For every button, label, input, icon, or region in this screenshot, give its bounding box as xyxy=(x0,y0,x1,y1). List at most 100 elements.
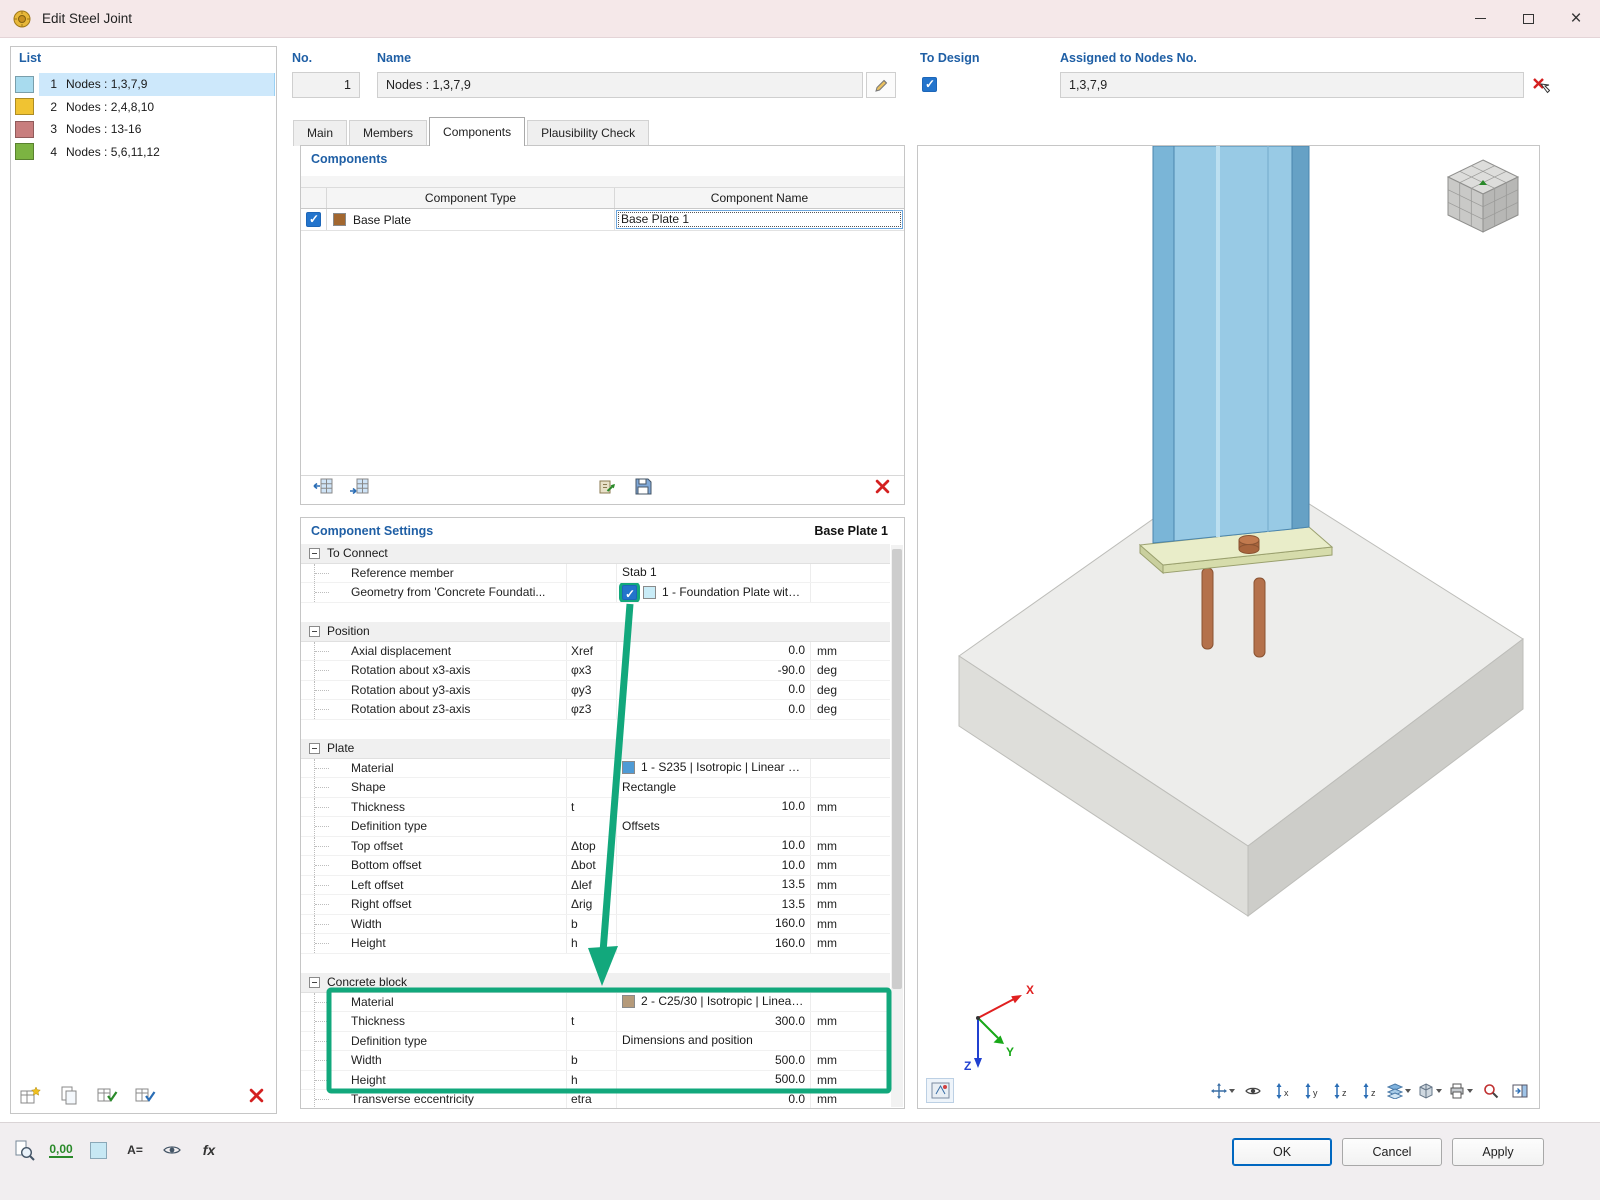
setting-row-thickness[interactable]: Thickness t 300.0 mm xyxy=(301,1012,890,1032)
setting-row-definition-type[interactable]: Definition type Dimensions and position xyxy=(301,1031,890,1051)
tab-members[interactable]: Members xyxy=(349,120,428,146)
setting-value[interactable]: 13.5 xyxy=(617,875,811,894)
settings-group-to-connect[interactable]: To Connect xyxy=(301,544,890,564)
titlebar[interactable]: Edit Steel Joint xyxy=(0,0,1600,38)
setting-row-top-offset[interactable]: Top offset Δtop 10.0 mm xyxy=(301,836,890,856)
3d-viewport[interactable]: X Y Z x y z z xyxy=(917,145,1540,1109)
settings-group-plate[interactable]: Plate xyxy=(301,739,890,759)
component-checkbox[interactable] xyxy=(306,212,321,227)
copy-joint-button[interactable] xyxy=(55,1083,83,1107)
setting-row-bottom-offset[interactable]: Bottom offset Δbot 10.0 mm xyxy=(301,856,890,876)
setting-value[interactable]: 0.0 xyxy=(617,641,811,660)
setting-value[interactable]: Offsets xyxy=(617,817,811,836)
delete-component-button[interactable] xyxy=(868,474,896,498)
tab-components[interactable]: Components xyxy=(429,117,526,146)
setting-row-geometry-from-concrete-foundati[interactable]: Geometry from 'Concrete Foundati... 1 - F… xyxy=(301,583,890,603)
search-settings-button[interactable] xyxy=(10,1135,38,1165)
setting-row-width[interactable]: Width b 500.0 mm xyxy=(301,1051,890,1071)
column-header-component-name[interactable]: Component Name xyxy=(615,188,904,208)
zoom-button[interactable] xyxy=(1478,1078,1504,1103)
close-button[interactable] xyxy=(1552,0,1600,38)
setting-value[interactable]: -90.0 xyxy=(617,661,811,680)
rotate-z-button[interactable]: z xyxy=(1356,1078,1382,1103)
collapse-minus-icon[interactable] xyxy=(309,625,320,637)
setting-row-left-offset[interactable]: Left offset Δlef 13.5 mm xyxy=(301,875,890,895)
visual-objects-button[interactable] xyxy=(1385,1078,1413,1103)
move-z-button[interactable]: z xyxy=(1327,1078,1353,1103)
setting-row-thickness[interactable]: Thickness t 10.0 mm xyxy=(301,797,890,817)
settings-group-position[interactable]: Position xyxy=(301,622,890,642)
setting-row-height[interactable]: Height h 500.0 mm xyxy=(301,1070,890,1090)
setting-value[interactable]: Dimensions and position xyxy=(617,1031,811,1050)
display-mode-button[interactable] xyxy=(1416,1078,1444,1103)
setting-row-reference-member[interactable]: Reference member Stab 1 xyxy=(301,563,890,583)
setting-row-definition-type[interactable]: Definition type Offsets xyxy=(301,817,890,837)
insert-component-row-button[interactable] xyxy=(309,474,337,498)
collapse-minus-icon[interactable] xyxy=(309,976,320,988)
component-name-cell[interactable]: Base Plate 1 xyxy=(615,209,904,230)
remove-component-row-button[interactable] xyxy=(345,474,373,498)
side-panel-button[interactable] xyxy=(1507,1078,1533,1103)
move-y-button[interactable]: y xyxy=(1298,1078,1324,1103)
setting-value[interactable]: 160.0 xyxy=(617,934,811,953)
setting-row-rotation-about-y3-axis[interactable]: Rotation about y3-axis φy3 0.0 deg xyxy=(301,680,890,700)
setting-row-axial-displacement[interactable]: Axial displacement Xref 0.0 mm xyxy=(301,641,890,661)
collapse-minus-icon[interactable] xyxy=(309,742,320,754)
setting-row-width[interactable]: Width b 160.0 mm xyxy=(301,914,890,934)
column-header-component-type[interactable]: Component Type xyxy=(327,188,615,208)
to-design-checkbox[interactable] xyxy=(922,77,937,92)
name-field[interactable]: Nodes : 1,3,7,9 xyxy=(377,72,863,98)
delete-joint-button[interactable] xyxy=(242,1083,270,1107)
move-x-button[interactable]: x xyxy=(1269,1078,1295,1103)
edit-name-button[interactable] xyxy=(866,72,896,98)
setting-row-rotation-about-x3-axis[interactable]: Rotation about x3-axis φx3 -90.0 deg xyxy=(301,661,890,681)
check-all-joints-button[interactable] xyxy=(93,1083,121,1107)
component-row[interactable]: Base Plate Base Plate 1 xyxy=(301,209,904,231)
ok-button[interactable]: OK xyxy=(1232,1138,1332,1166)
tab-main[interactable]: Main xyxy=(293,120,348,146)
list-item[interactable]: 1 Nodes : 1,3,7,9 xyxy=(11,73,275,96)
setting-checkbox[interactable] xyxy=(622,584,637,602)
setting-row-material[interactable]: Material 2 - C25/30 | Isotropic | Linear … xyxy=(301,992,890,1012)
setting-value[interactable]: Stab 1 xyxy=(617,563,811,582)
check-selected-joint-button[interactable] xyxy=(131,1083,159,1107)
save-component-button[interactable] xyxy=(629,474,657,498)
setting-value[interactable]: 0.0 xyxy=(617,700,811,719)
setting-value[interactable]: 13.5 xyxy=(617,895,811,914)
setting-value[interactable]: 1 - Foundation Plate without Reinf... xyxy=(617,583,811,602)
decimal-places-button[interactable]: 0,00 xyxy=(47,1135,75,1165)
setting-row-material[interactable]: Material 1 - S235 | Isotropic | Linear El… xyxy=(301,758,890,778)
tab-plausibility-check[interactable]: Plausibility Check xyxy=(527,120,650,146)
minimize-button[interactable] xyxy=(1456,0,1504,38)
setting-row-shape[interactable]: Shape Rectangle xyxy=(301,778,890,798)
setting-value[interactable]: 1 - S235 | Isotropic | Linear Elastic xyxy=(617,758,811,777)
new-joint-button[interactable] xyxy=(17,1083,45,1107)
setting-row-right-offset[interactable]: Right offset Δrig 13.5 mm xyxy=(301,895,890,915)
settings-scrollbar-thumb[interactable] xyxy=(892,549,902,989)
list-item[interactable]: 2 Nodes : 2,4,8,10 xyxy=(11,95,275,118)
settings-scrollbar-track[interactable] xyxy=(891,545,903,1107)
maximize-button[interactable] xyxy=(1504,0,1552,38)
list-item[interactable]: 3 Nodes : 13-16 xyxy=(11,118,275,141)
setting-value[interactable]: 10.0 xyxy=(617,836,811,855)
no-field[interactable]: 1 xyxy=(292,72,360,98)
setting-value[interactable]: 0.0 xyxy=(617,1090,811,1108)
select-nodes-button[interactable] xyxy=(1527,72,1553,98)
setting-value[interactable]: 10.0 xyxy=(617,797,811,816)
setting-value[interactable]: 500.0 xyxy=(617,1051,811,1070)
print-button[interactable] xyxy=(1447,1078,1475,1103)
font-settings-button[interactable]: A= xyxy=(121,1135,149,1165)
visibility-button[interactable] xyxy=(1240,1078,1266,1103)
setting-row-height[interactable]: Height h 160.0 mm xyxy=(301,934,890,954)
list-item[interactable]: 4 Nodes : 5,6,11,12 xyxy=(11,140,275,163)
setting-value[interactable]: 0.0 xyxy=(617,680,811,699)
setting-value[interactable]: 160.0 xyxy=(617,914,811,933)
color-scheme-button[interactable] xyxy=(84,1135,112,1165)
setting-value[interactable]: 300.0 xyxy=(617,1012,811,1031)
import-component-button[interactable] xyxy=(593,474,621,498)
cancel-button[interactable]: Cancel xyxy=(1342,1138,1442,1166)
setting-row-rotation-about-z3-axis[interactable]: Rotation about z3-axis φz3 0.0 deg xyxy=(301,700,890,720)
setting-row-transverse-eccentricity[interactable]: Transverse eccentricity etra 0.0 mm xyxy=(301,1090,890,1108)
navigation-cube[interactable] xyxy=(1443,156,1523,236)
view-cube-toggle-button[interactable] xyxy=(926,1078,954,1103)
